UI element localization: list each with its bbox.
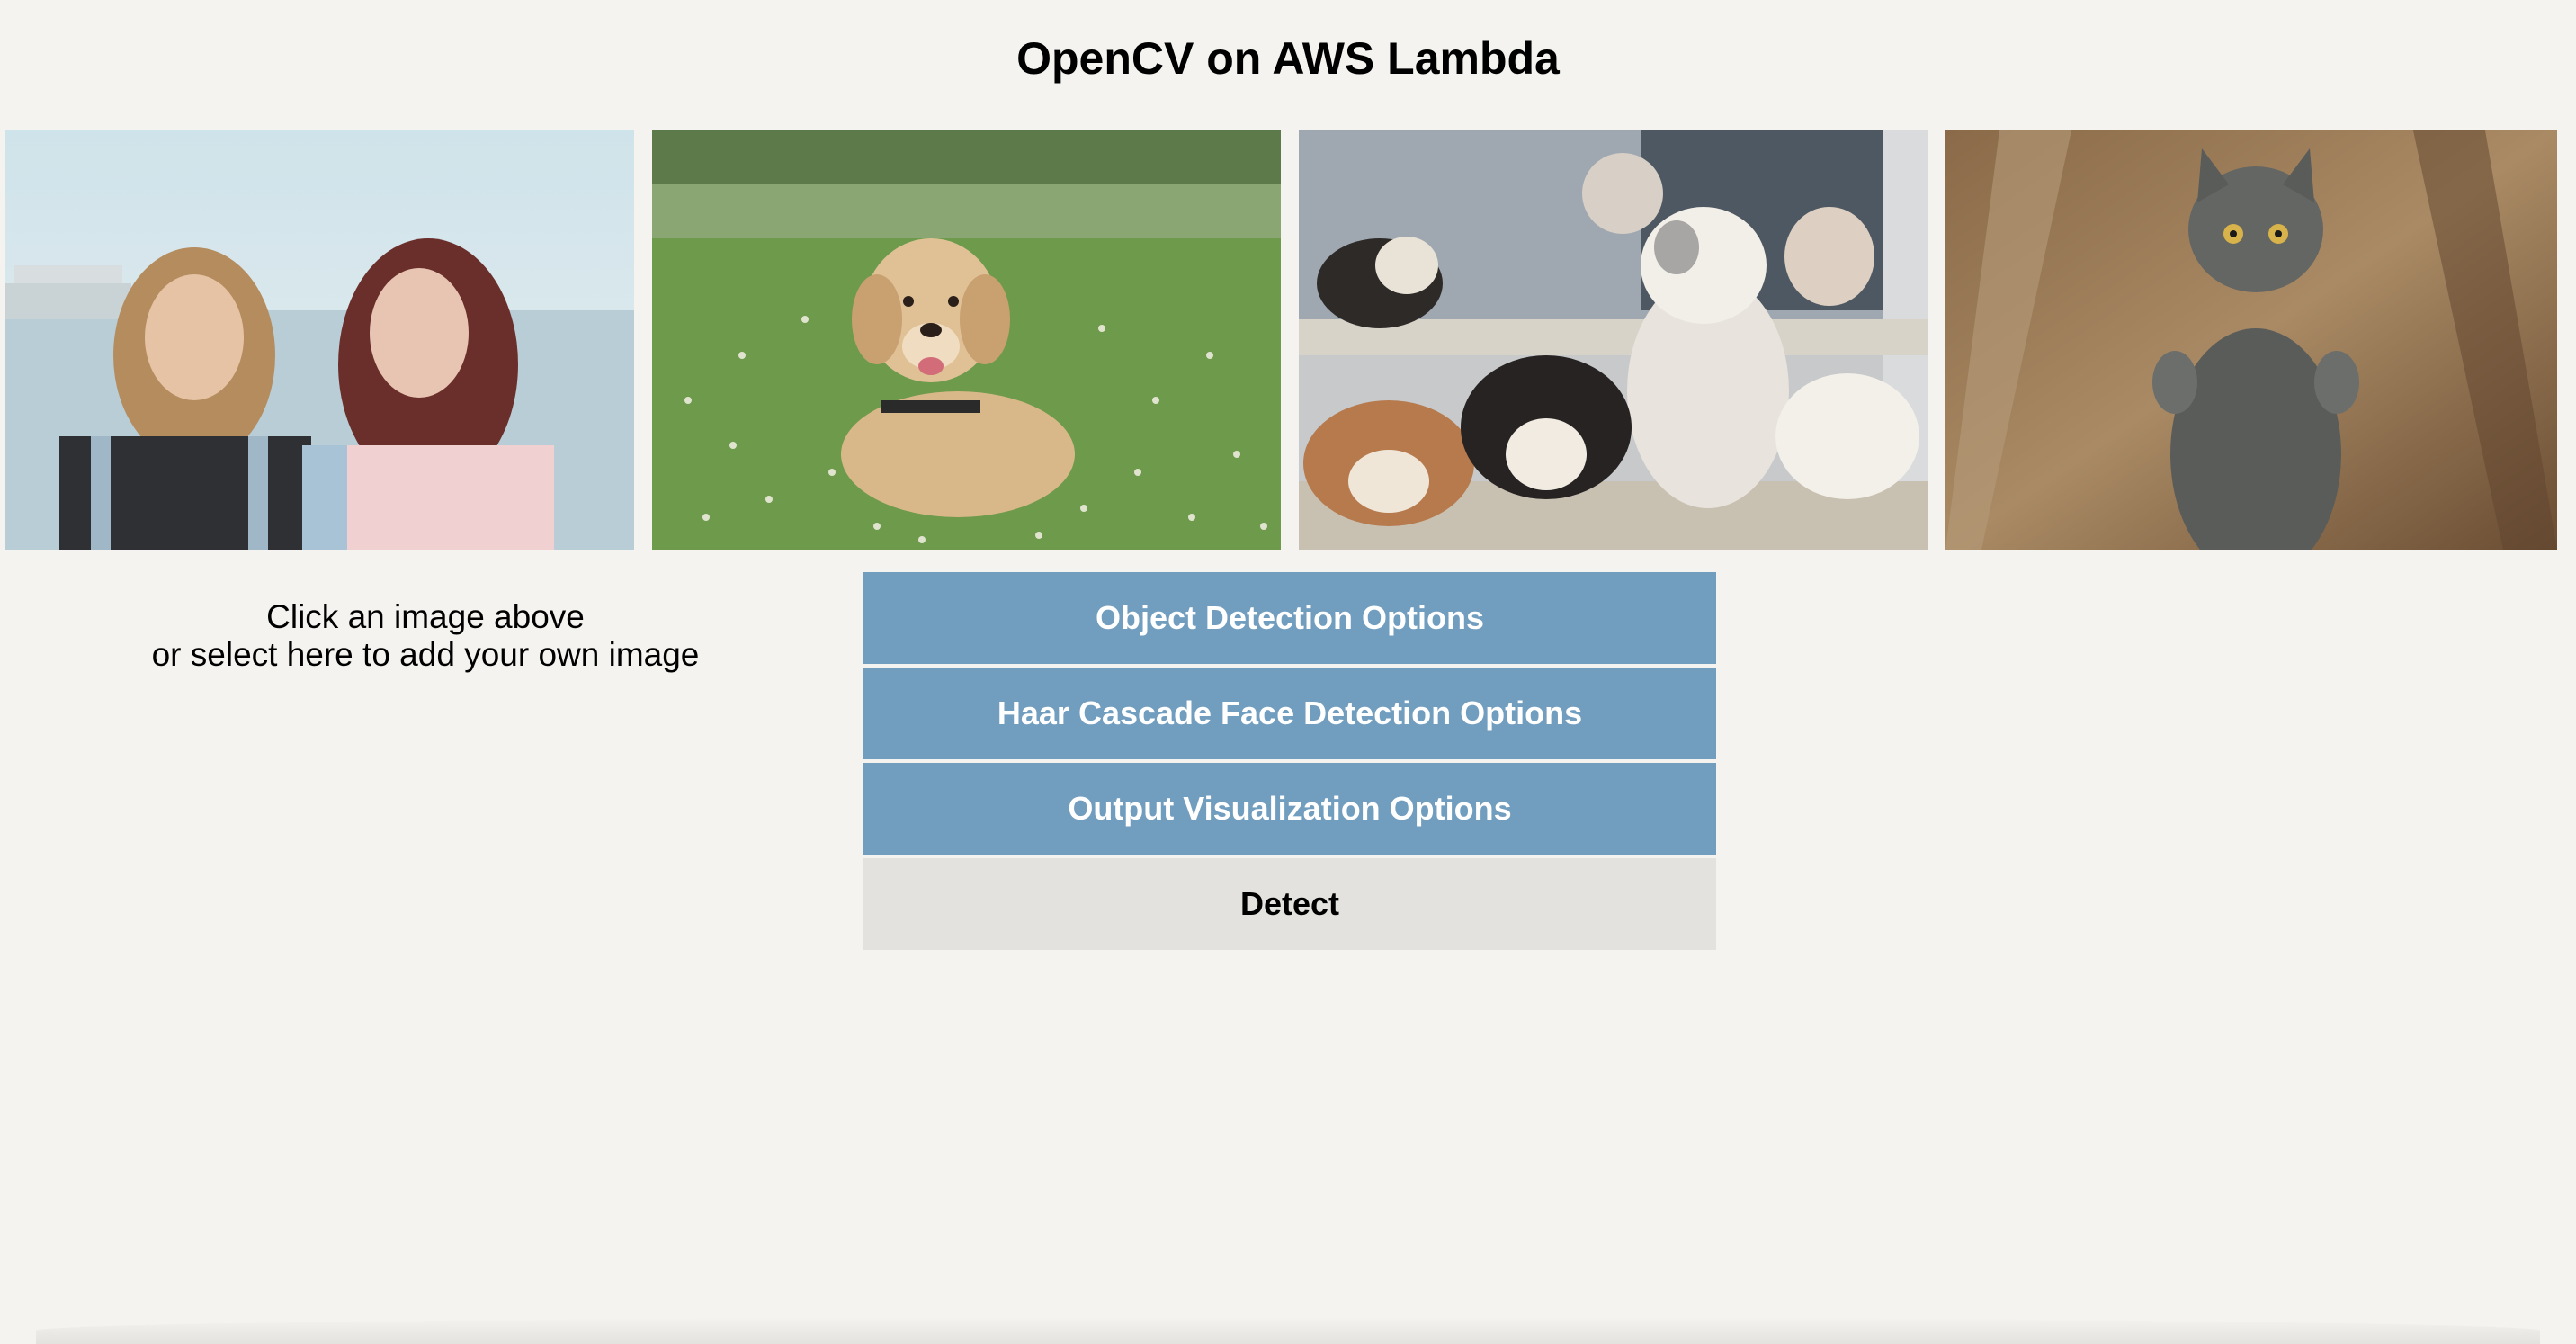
page-title: OpenCV on AWS Lambda xyxy=(1016,33,1560,84)
gray-cat-photo xyxy=(1945,130,2557,550)
puppies-photo xyxy=(1299,130,1928,550)
page: OpenCV on AWS Lambda Click an image abov… xyxy=(0,0,2576,1344)
haar-cascade-options-button[interactable]: Haar Cascade Face Detection Options xyxy=(863,668,1716,759)
image-gallery xyxy=(5,130,2576,550)
object-detection-options-button[interactable]: Object Detection Options xyxy=(863,572,1716,664)
sample-image-women[interactable] xyxy=(5,130,634,550)
output-visualization-options-button[interactable]: Output Visualization Options xyxy=(863,763,1716,855)
golden-retriever-photo xyxy=(652,130,1281,550)
options-panel: Object Detection Options Haar Cascade Fa… xyxy=(863,572,1716,950)
upload-image-link[interactable]: Click an image above or select here to a… xyxy=(0,598,851,674)
sample-image-puppies[interactable] xyxy=(1299,130,1928,550)
sample-image-dog[interactable] xyxy=(652,130,1281,550)
two-women-photo xyxy=(5,130,634,550)
bottom-shadow xyxy=(36,1317,2540,1344)
upload-hint-line1: Click an image above xyxy=(266,598,585,635)
upload-hint-line2: or select here to add your own image xyxy=(151,636,700,673)
detect-button[interactable]: Detect xyxy=(863,858,1716,950)
sample-image-cat[interactable] xyxy=(1945,130,2557,550)
